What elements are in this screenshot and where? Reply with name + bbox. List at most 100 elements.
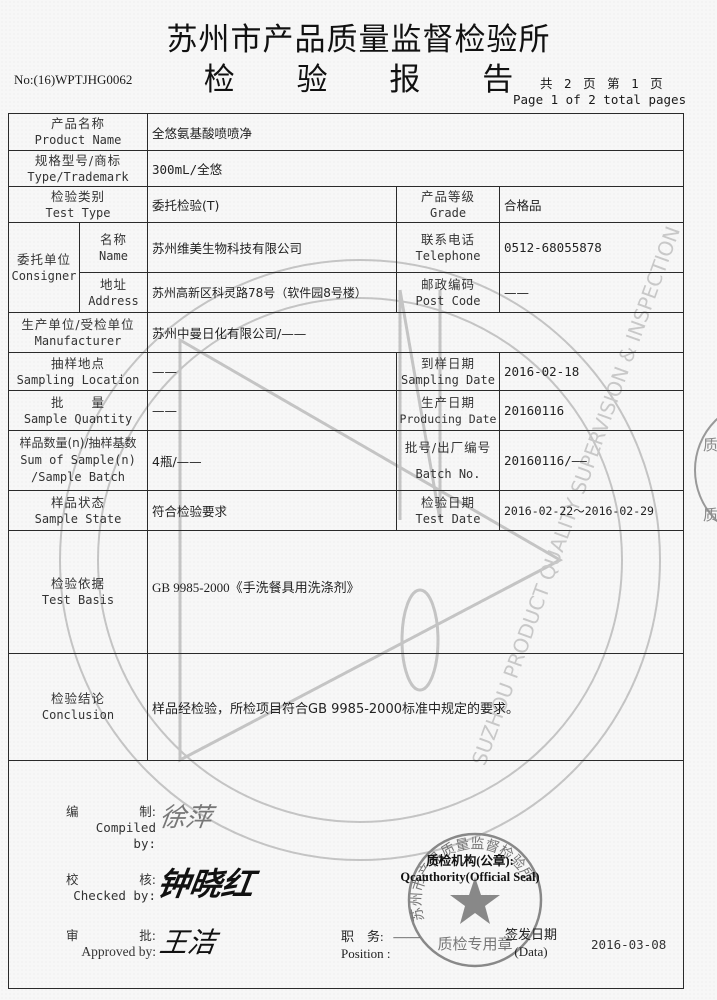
sampling-date-value: 2016-02-18 [499, 352, 684, 391]
margin-seal-partial: 质 质 [694, 417, 717, 524]
label-en: Telephone [415, 248, 481, 263]
label-en: Manufacturer [34, 333, 122, 348]
label-en: (Data) [514, 944, 548, 959]
label-en: Conclusion [41, 708, 115, 722]
product-name-value: 全悠氨基酸喷喷净 [147, 113, 684, 151]
test-type-label: 检验类别 Test Type [8, 186, 148, 223]
approved-by-label: 审 批: Approved by: [66, 928, 156, 960]
label-en: Address [88, 293, 139, 308]
consigner-name-value: 苏州维美生物科技有限公司 [147, 222, 397, 273]
sample-quantity-label: 批 量 Sample Quantity [8, 390, 148, 431]
label-cn: 检验类别 [50, 188, 105, 204]
test-date-value: 2016-02-22～2016-02-29 [499, 490, 684, 531]
producing-date-value: 20160116 [499, 390, 684, 431]
label-en: Batch No. [415, 466, 481, 481]
checked-by-cn: 校 核: [66, 872, 156, 888]
margin-seal-glyph: 质 [703, 506, 717, 524]
sample-state-label: 样品状态 Sample State [8, 490, 148, 531]
position-label-cn: 职 务: —— [341, 928, 419, 945]
margin-seal-ring [694, 417, 717, 523]
label-cn: 到样日期 [420, 355, 475, 371]
label-cn: 样品数量(n)/抽样基数 [19, 436, 137, 450]
compiled-by-signature: 徐萍 [157, 803, 214, 833]
label-cn: 批 量 [50, 394, 105, 410]
sampling-location-label: 抽样地点 Sampling Location [8, 352, 148, 391]
test-basis-label: 检验依据 Test Basis [8, 530, 148, 654]
sample-sum-label: 样品数量(n)/抽样基数 Sum of Sample(n) /Sample Ba… [8, 430, 148, 491]
label-cn: 样品状态 [50, 494, 105, 510]
label-en: Type/Trademark [27, 169, 129, 184]
label-cn: 检验结论 [50, 691, 105, 706]
label-cn: 规格型号/商标 [34, 152, 122, 168]
compiled-by-cn: 编 制: [66, 804, 156, 820]
label-en: Test Type [45, 205, 111, 220]
post-code-label: 邮政编码 Post Code [396, 272, 500, 313]
conclusion-value: 样品经检验，所检项目符合GB 9985-2000标准中规定的要求。 [147, 653, 684, 761]
label-cn: 邮政编码 [420, 276, 475, 292]
label-cn: 产品名称 [50, 116, 105, 131]
margin-seal-glyph: 质 [703, 436, 717, 454]
type-trademark-value: 300mL/全悠 [147, 150, 684, 187]
test-type-value: 委托检验(T) [147, 186, 397, 223]
label-cn: 联系电话 [420, 231, 475, 247]
label-en: Product Name [34, 133, 122, 147]
label-cn: 生产日期 [420, 394, 475, 410]
label-cn: 检验依据 [50, 576, 105, 591]
label-cn-2: 批: [139, 928, 156, 943]
product-name-label: 产品名称 Product Name [8, 113, 148, 151]
label-cn: 名称 [99, 231, 127, 247]
grade-label: 产品等级 Grade [396, 186, 500, 223]
label-cn: 委托单位 [16, 251, 71, 267]
label-cn: 职 务: [341, 929, 384, 944]
label-en: Producing Date [399, 411, 497, 426]
consigner-name-label: 名称 Name [79, 222, 148, 273]
consigner-label: 委托单位 Consigner [8, 222, 80, 313]
checked-by-signature: 钟晓红 [155, 865, 257, 903]
sample-sum-value: 4瓶/—— [147, 430, 397, 491]
consigner-address-label: 地址 Address [79, 272, 148, 313]
sample-state-value: 符合检验要求 [147, 490, 397, 531]
batch-no-value: 20160116/—— [499, 430, 684, 491]
label-en: Checked by: [73, 888, 156, 903]
label-cn: 签发日期 [505, 927, 558, 942]
producing-date-label: 生产日期 Producing Date [396, 390, 500, 431]
compiled-by-label: 编 制: Compiled by: [66, 804, 156, 852]
sample-quantity-value: —— [147, 390, 397, 431]
telephone-label: 联系电话 Telephone [396, 222, 500, 273]
label-en: Test Basis [41, 593, 115, 607]
manufacturer-label: 生产单位/受检单位 Manufacturer [8, 312, 148, 353]
report-table: 产品名称 Product Name 全悠氨基酸喷喷净 规格型号/商标 Type/… [8, 113, 684, 989]
label-cn-2: 制: [139, 804, 156, 819]
conclusion-label: 检验结论 Conclusion [8, 653, 148, 761]
seal-label: 质检机构(公章): Qcauthority(Official Seal) [370, 853, 570, 885]
consigner-address-value: 苏州高新区科灵路78号（软件园8号楼） [147, 272, 397, 313]
label-cn: 批号/出厂编号 [404, 439, 492, 455]
seal-label-en: Qcauthority(Official Seal) [400, 870, 540, 884]
label-en: Post Code [415, 293, 481, 308]
post-code-value: —— [499, 272, 684, 313]
grade-value: 合格品 [499, 186, 684, 223]
approved-by-cn: 审 批: [66, 928, 156, 944]
telephone-value: 0512-68055878 [499, 222, 684, 273]
type-trademark-label: 规格型号/商标 Type/Trademark [8, 150, 148, 187]
manufacturer-value: 苏州中曼日化有限公司/—— [147, 312, 684, 353]
test-basis-value: GB 9985-2000《手洗餐具用洗涤剂》 [147, 530, 684, 654]
label-en: Sample State [34, 511, 122, 526]
test-date-label: 检验日期 Test Date [396, 490, 500, 531]
label-en: Name [99, 248, 128, 263]
page-indicator-en: Page 1 of 2 total pages [513, 92, 687, 107]
label-en: Grade [429, 205, 467, 220]
label-en: Compiled by: [95, 820, 156, 851]
sampling-location-value: —— [147, 352, 397, 391]
label-en: Position : [341, 946, 391, 961]
position-label: 职 务: —— Position : [341, 928, 419, 962]
issue-date-value: 2016-03-08 [591, 937, 667, 952]
label-cn: 生产单位/受检单位 [21, 316, 135, 332]
label-en: Sampling Location [16, 372, 140, 387]
label-cn: 抽样地点 [50, 355, 105, 371]
label-cn-2: 核: [139, 872, 156, 887]
label-en: Sample Quantity [23, 411, 133, 426]
approved-by-signature: 王洁 [157, 926, 219, 959]
label-cn: 检验日期 [420, 494, 475, 510]
sampling-date-label: 到样日期 Sampling Date [396, 352, 500, 391]
